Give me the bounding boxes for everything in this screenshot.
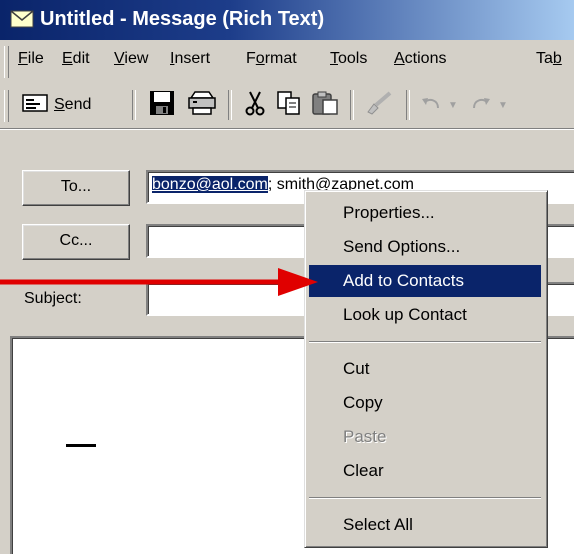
menu-file-post: ile xyxy=(27,50,44,67)
undo-dropdown[interactable]: ▼ xyxy=(446,90,460,120)
text-cursor xyxy=(66,444,96,447)
menu-look-up-contact-label: Look up Contact xyxy=(343,305,467,324)
send-label-post: end xyxy=(64,96,92,113)
chevron-down-icon: ▼ xyxy=(498,99,508,111)
menu-insert-post: nsert xyxy=(174,50,211,67)
menu-view-post: iew xyxy=(124,50,149,67)
toolbar-grip[interactable] xyxy=(4,90,9,122)
menu-actions-post: ctions xyxy=(404,50,447,67)
context-menu: Properties... Send Options... Add to Con… xyxy=(304,190,548,548)
menu-send-options-label: Send Options... xyxy=(343,237,461,256)
menu-file-u: F xyxy=(18,50,28,67)
undo-button[interactable] xyxy=(418,90,444,120)
redo-dropdown[interactable]: ▼ xyxy=(496,90,510,120)
chevron-down-icon: ▼ xyxy=(448,99,458,111)
menu-format-post: rmat xyxy=(264,50,297,67)
menubar-grip[interactable] xyxy=(4,46,9,78)
menu-cut-label: Cut xyxy=(343,359,370,378)
paintbrush-icon xyxy=(364,90,394,121)
menu-format-u: o xyxy=(255,50,265,67)
menu-table[interactable]: Tab xyxy=(536,50,562,68)
red-arrow-icon xyxy=(0,268,318,296)
standard-toolbar: Send ▼ ▼ xyxy=(0,84,574,129)
menu-cut[interactable]: Cut xyxy=(309,353,541,385)
print-button[interactable] xyxy=(184,90,220,120)
menu-insert[interactable]: Insert xyxy=(170,50,210,68)
cc-button-label: Cc... xyxy=(59,232,93,249)
undo-icon xyxy=(420,94,442,117)
copy-icon xyxy=(276,90,302,121)
menu-view[interactable]: View xyxy=(114,50,148,68)
menu-tools-u: T xyxy=(330,50,338,67)
redo-icon xyxy=(470,94,492,117)
paste-button[interactable] xyxy=(308,90,342,120)
menu-tools[interactable]: Tools xyxy=(330,50,367,68)
floppy-disk-icon xyxy=(149,90,175,121)
menu-bar: File Edit View Insert Format Tools Actio… xyxy=(0,40,574,84)
menu-table-pre: Ta xyxy=(536,50,553,67)
to-button-label: To... xyxy=(60,178,92,195)
send-button[interactable]: Send xyxy=(16,90,120,120)
menu-clear[interactable]: Clear xyxy=(309,455,541,487)
toolbar-separator xyxy=(406,90,410,120)
cut-button[interactable] xyxy=(240,90,270,120)
menu-select-all[interactable]: Select All xyxy=(309,509,541,541)
menu-table-u: b xyxy=(552,50,562,67)
menu-edit-post: dit xyxy=(72,50,90,67)
menu-edit-u: E xyxy=(62,50,73,67)
send-label-u: S xyxy=(54,96,65,113)
message-window: Untitled - Message (Rich Text) File Edit… xyxy=(0,0,574,554)
menu-paste: Paste xyxy=(309,421,541,453)
toolbar-separator xyxy=(350,90,354,120)
menu-properties-label: Properties... xyxy=(343,203,435,222)
window-title: Untitled - Message (Rich Text) xyxy=(40,8,325,30)
menu-copy[interactable]: Copy xyxy=(309,387,541,419)
title-bar[interactable]: Untitled - Message (Rich Text) xyxy=(0,0,574,40)
selected-address: bonzo@aol.com xyxy=(152,176,268,193)
envelope-icon xyxy=(10,10,34,28)
scissors-icon xyxy=(244,90,266,121)
menu-select-all-label: Select All xyxy=(343,515,413,534)
menu-format[interactable]: Format xyxy=(246,50,297,68)
menu-actions-u: A xyxy=(394,50,405,67)
copy-button[interactable] xyxy=(274,90,304,120)
menu-actions[interactable]: Actions xyxy=(394,50,446,68)
menu-tools-post: ools xyxy=(338,50,368,67)
save-button[interactable] xyxy=(146,90,178,120)
cc-button[interactable]: Cc... xyxy=(22,224,130,260)
menu-paste-label: Paste xyxy=(343,427,387,446)
menu-send-options[interactable]: Send Options... xyxy=(309,231,541,263)
format-painter-button[interactable] xyxy=(362,90,396,120)
redo-button[interactable] xyxy=(468,90,494,120)
toolbar-separator xyxy=(228,90,232,120)
clipboard-icon xyxy=(311,90,339,121)
menu-copy-label: Copy xyxy=(343,393,383,412)
menu-clear-label: Clear xyxy=(343,461,384,480)
menu-separator xyxy=(309,497,541,499)
toolbar-separator xyxy=(132,90,136,120)
to-button[interactable]: To... xyxy=(22,170,130,206)
send-label: Send xyxy=(54,96,91,114)
menu-add-to-contacts[interactable]: Add to Contacts xyxy=(309,265,541,297)
menu-file[interactable]: File xyxy=(18,50,44,68)
menu-format-pre: F xyxy=(246,50,256,67)
menu-properties[interactable]: Properties... xyxy=(309,197,541,229)
printer-icon xyxy=(187,90,217,121)
menu-add-to-contacts-label: Add to Contacts xyxy=(343,271,464,290)
menu-look-up-contact[interactable]: Look up Contact xyxy=(309,299,541,331)
menu-view-u: V xyxy=(114,50,125,67)
send-icon xyxy=(22,93,48,118)
menu-edit[interactable]: Edit xyxy=(62,50,90,68)
menu-separator xyxy=(309,341,541,343)
